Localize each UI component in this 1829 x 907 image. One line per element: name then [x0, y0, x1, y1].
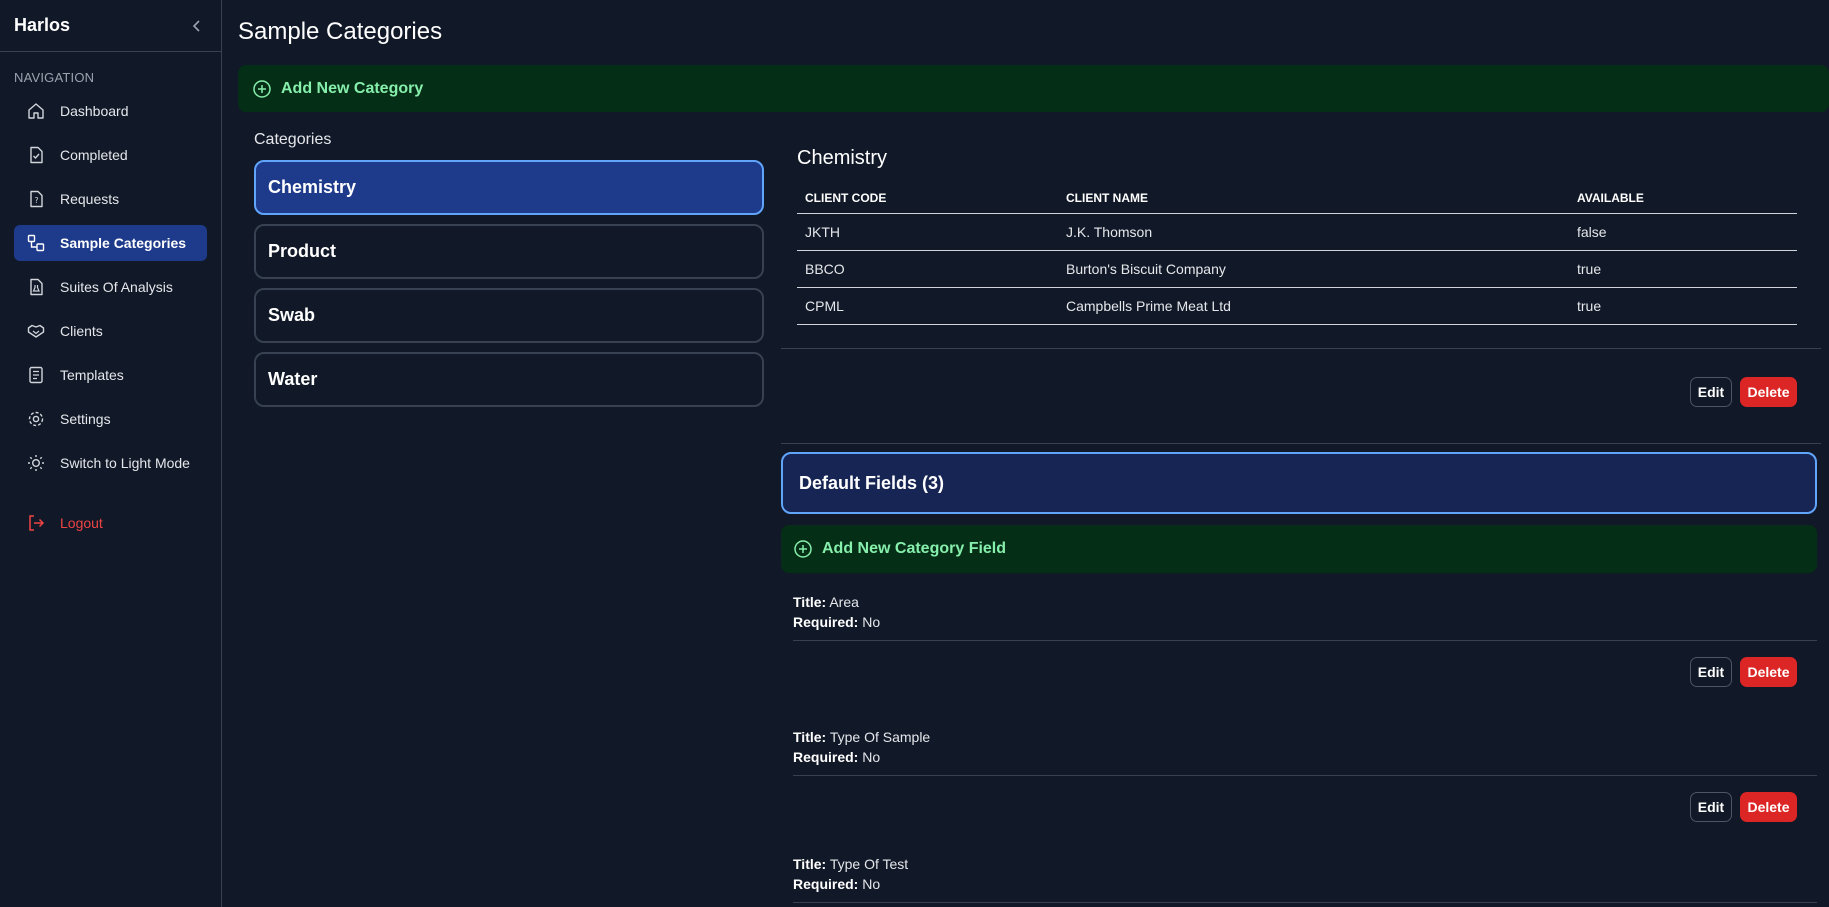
field-required-value: No — [862, 876, 881, 892]
client-name-cell: J.K. Thomson — [1058, 213, 1569, 251]
divider — [793, 902, 1817, 903]
field-title-value: Type Of Sample — [829, 729, 931, 745]
field-title-value: Type Of Test — [829, 856, 909, 872]
available-cell: false — [1569, 213, 1797, 251]
divider — [793, 640, 1817, 641]
question-icon: ? — [26, 189, 46, 209]
sidebar-item-templates[interactable]: Templates — [14, 357, 207, 393]
sidebar-item-requests[interactable]: ? Requests — [14, 181, 207, 217]
sidebar-item-dashboard[interactable]: Dashboard — [14, 93, 207, 129]
categories-icon — [26, 233, 46, 253]
client-code-cell: BBCO — [797, 250, 1058, 288]
sidebar-item-completed[interactable]: Completed — [14, 137, 207, 173]
add-category-field-button[interactable]: Add New Category Field — [781, 525, 1817, 573]
table-row: BBCO Burton's Biscuit Company true — [797, 250, 1797, 288]
svg-text:?: ? — [34, 196, 38, 205]
sidebar-item-sample-categories[interactable]: Sample Categories — [14, 225, 207, 261]
available-cell: true — [1569, 287, 1797, 325]
client-table: CLIENT CODE CLIENT NAME AVAILABLE JKTH J… — [797, 184, 1797, 325]
logout-label: Logout — [60, 515, 103, 531]
field-item: Title: Area Required: No — [793, 592, 880, 632]
divider — [793, 775, 1817, 776]
sun-icon — [26, 453, 46, 473]
edit-category-button[interactable]: Edit — [1690, 377, 1732, 407]
page-title: Sample Categories — [238, 18, 443, 45]
main-content: Sample Categories Add New Category Categ… — [223, 0, 1829, 907]
field-title-value: Area — [829, 594, 859, 610]
client-name-cell: Burton's Biscuit Company — [1058, 250, 1569, 288]
add-category-button[interactable]: Add New Category — [238, 65, 1829, 112]
app-title: Harlos — [14, 15, 71, 35]
category-detail-title: Chemistry — [797, 147, 888, 169]
field-item: Title: Type Of Sample Required: No — [793, 727, 930, 767]
sidebar-item-label: Settings — [60, 411, 111, 427]
sidebar-item-label: Completed — [60, 147, 128, 163]
add-category-label: Add New Category — [281, 79, 424, 97]
sidebar-item-label: Sample Categories — [60, 235, 187, 251]
categories-heading: Categories — [254, 131, 332, 148]
field-required-value: No — [862, 614, 881, 630]
collapse-sidebar-button[interactable] — [187, 16, 207, 36]
home-icon — [26, 101, 46, 121]
delete-field-button[interactable]: Delete — [1740, 657, 1797, 687]
sidebar-item-label: Clients — [60, 323, 103, 339]
logout-icon — [26, 513, 46, 533]
handshake-icon — [26, 321, 46, 341]
logout-button[interactable]: Logout — [14, 505, 207, 541]
delete-category-button[interactable]: Delete — [1740, 377, 1797, 407]
template-icon — [26, 365, 46, 385]
column-header: AVAILABLE — [1569, 184, 1797, 214]
sidebar-item-label: Switch to Light Mode — [60, 455, 190, 471]
edit-field-button[interactable]: Edit — [1690, 657, 1732, 687]
field-required-value: No — [862, 749, 881, 765]
category-item-product[interactable]: Product — [254, 224, 764, 279]
sidebar-item-clients[interactable]: Clients — [14, 313, 207, 349]
field-required-label: Required: — [793, 876, 859, 892]
app: Harlos NAVIGATION Dashboard Completed ? … — [0, 0, 1829, 907]
sidebar-item-label: Requests — [60, 191, 120, 207]
chevron-left-icon — [192, 19, 200, 32]
column-header: CLIENT NAME — [1058, 184, 1569, 214]
default-fields-toggle[interactable]: Default Fields (3) — [781, 452, 1817, 514]
column-header: CLIENT CODE — [797, 184, 1058, 214]
field-required-label: Required: — [793, 614, 859, 630]
client-code-cell: CPML — [797, 287, 1058, 325]
sidebar-item-label: Suites Of Analysis — [60, 279, 173, 295]
sidebar-item-label: Dashboard — [60, 103, 129, 119]
sidebar: Harlos NAVIGATION Dashboard Completed ? … — [0, 0, 222, 907]
field-item: Title: Type Of Test Required: No — [793, 854, 908, 894]
category-item-water[interactable]: Water — [254, 352, 764, 407]
divider — [781, 348, 1821, 349]
category-item-chemistry[interactable]: Chemistry — [254, 160, 764, 215]
table-row: JKTH J.K. Thomson false — [797, 213, 1797, 251]
flask-file-icon — [26, 277, 46, 297]
client-code-cell: JKTH — [797, 213, 1058, 251]
table-row: CPML Campbells Prime Meat Ltd true — [797, 287, 1797, 325]
edit-field-button[interactable]: Edit — [1690, 792, 1732, 822]
field-title-label: Title: — [793, 729, 827, 745]
sidebar-item-settings[interactable]: Settings — [14, 401, 207, 437]
field-required-label: Required: — [793, 749, 859, 765]
plus-circle-icon — [794, 540, 812, 558]
category-item-swab[interactable]: Swab — [254, 288, 764, 343]
sidebar-header: Harlos — [0, 0, 221, 52]
nav-section-label: NAVIGATION — [14, 70, 95, 85]
sidebar-item-label: Templates — [60, 367, 124, 383]
available-cell: true — [1569, 250, 1797, 288]
divider — [781, 443, 1821, 444]
gear-icon — [26, 409, 46, 429]
sidebar-item-switch-theme[interactable]: Switch to Light Mode — [14, 445, 207, 481]
field-title-label: Title: — [793, 594, 827, 610]
sidebar-item-suites-of-analysis[interactable]: Suites Of Analysis — [14, 269, 207, 305]
add-category-field-label: Add New Category Field — [822, 540, 1007, 557]
client-name-cell: Campbells Prime Meat Ltd — [1058, 287, 1569, 325]
plus-circle-icon — [253, 79, 271, 98]
delete-field-button[interactable]: Delete — [1740, 792, 1797, 822]
category-list: Chemistry Product Swab Water — [254, 160, 764, 416]
field-title-label: Title: — [793, 856, 827, 872]
sidebar-nav: Dashboard Completed ? Requests Sample Ca… — [0, 93, 221, 541]
table-header-row: CLIENT CODE CLIENT NAME AVAILABLE — [797, 184, 1797, 214]
file-check-icon — [26, 145, 46, 165]
